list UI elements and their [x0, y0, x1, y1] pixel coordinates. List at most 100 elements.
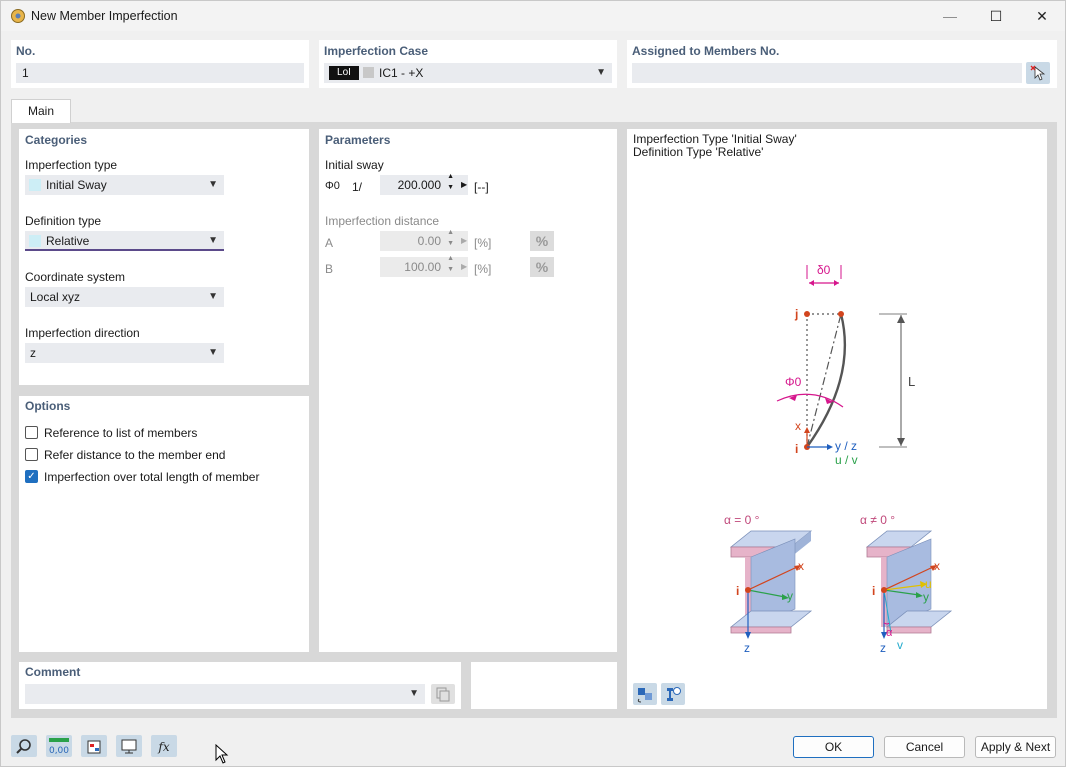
coordinate-system-select[interactable]: Local xyz ▼ [25, 287, 224, 307]
phi-prefix: 1/ [352, 180, 363, 194]
assigned-panel: Assigned to Members No. [627, 40, 1057, 88]
initial-sway-input[interactable]: 200.000 ▲ ▼ [380, 172, 468, 195]
apply-next-button[interactable]: Apply & Next [975, 736, 1056, 758]
distance-a-unit: [%] [474, 236, 492, 250]
minimize-icon: — [943, 8, 957, 24]
spin-down-icon[interactable]: ▼ [447, 183, 454, 193]
distance-b-input[interactable]: 100.00 ▲ ▼ [380, 254, 468, 277]
close-button[interactable]: ✕ [1019, 1, 1065, 31]
case-badge: LoI [329, 66, 359, 80]
chevron-down-icon: ▼ [409, 688, 419, 699]
refer-distance-checkbox[interactable] [25, 448, 38, 461]
axis-yz-label: y / z [835, 439, 858, 453]
comment-input[interactable]: ▼ [25, 684, 425, 704]
section2-alpha-label: α [886, 627, 893, 639]
mouse-cursor-icon [215, 744, 229, 764]
display-settings-button[interactable] [81, 735, 107, 757]
options-panel: Options Reference to list of members Ref… [19, 396, 309, 652]
chevron-down-icon: ▼ [208, 291, 218, 302]
phi-diagram-label: Φ0 [785, 375, 802, 389]
spin-right-icon[interactable]: ▶ [461, 262, 467, 271]
spin-right-icon[interactable]: ▶ [461, 236, 467, 245]
chevron-down-icon: ▼ [208, 347, 218, 358]
case-panel: Imperfection Case LoI IC1 - +X ▼ [319, 40, 617, 88]
cancel-button[interactable]: Cancel [884, 736, 965, 758]
comment-panel: Comment ▼ [19, 662, 461, 709]
reference-list-checkbox[interactable] [25, 426, 38, 439]
units-button[interactable]: 0,00 [46, 735, 72, 757]
reference-list-label: Reference to list of members [44, 426, 198, 440]
section1-z-label: z [744, 641, 750, 655]
section-info-icon [667, 687, 681, 701]
delta-label: δ0 [817, 263, 831, 277]
chevron-down-icon: ▼ [208, 179, 218, 190]
spin-up-icon[interactable]: ▲ [447, 228, 454, 238]
length-label: L [908, 374, 916, 389]
refer-distance-label: Refer distance to the member end [44, 448, 226, 462]
definition-type-select[interactable]: Relative ▼ [25, 231, 224, 251]
spin-down-icon[interactable]: ▼ [447, 239, 454, 249]
type-swatch [29, 179, 41, 191]
assigned-label: Assigned to Members No. [632, 44, 780, 58]
preview-rotate-button[interactable] [633, 683, 657, 705]
search-icon [16, 739, 31, 754]
no-label: No. [16, 44, 36, 58]
function-icon: fx [157, 740, 169, 754]
svg-text:fx: fx [157, 740, 169, 754]
distance-a-input[interactable]: 0.00 ▲ ▼ [380, 228, 468, 251]
b-label: B [325, 262, 334, 276]
imperfection-direction-label: Imperfection direction [25, 326, 140, 340]
imperfection-direction-select[interactable]: z ▼ [25, 343, 224, 363]
node-i-label: i [795, 442, 799, 456]
initial-sway-label: Initial sway [325, 158, 384, 172]
preview-info-button[interactable] [661, 683, 685, 705]
decimal-units-icon: 0,00 [49, 738, 69, 756]
initial-sway-value: 200.000 [397, 178, 441, 192]
comment-label: Comment [25, 665, 81, 679]
section2-i-label: i [872, 584, 876, 598]
comment-copy-button[interactable] [431, 684, 455, 704]
spin-right-icon[interactable]: ▶ [461, 180, 467, 189]
imperfection-type-value: Initial Sway [46, 178, 107, 192]
select-members-button[interactable] [1026, 62, 1050, 84]
formula-button[interactable]: fx [151, 735, 177, 757]
window-title: New Member Imperfection [31, 9, 178, 23]
tab-main[interactable]: Main [11, 99, 71, 123]
i-beam-section-alpha-nonzero [865, 530, 953, 639]
dialog-window: New Member Imperfection — ☐ ✕ No. 1 Impe… [0, 0, 1066, 767]
imperfection-case-select[interactable]: LoI IC1 - +X ▼ [324, 63, 612, 83]
section1-y-label: y [787, 589, 793, 603]
ok-button[interactable]: OK [793, 736, 874, 758]
imperfection-direction-value: z [30, 346, 36, 360]
section2-x-label: x [934, 559, 940, 573]
percent-b-button[interactable]: % [530, 257, 554, 277]
assigned-members-field[interactable] [632, 63, 1022, 83]
percent-a-button[interactable]: % [530, 231, 554, 251]
spin-down-icon[interactable]: ▼ [447, 265, 454, 275]
total-length-checkbox[interactable]: ✓ [25, 470, 38, 483]
pick-cursor-icon [1030, 65, 1046, 81]
imperfection-type-select[interactable]: Initial Sway ▼ [25, 175, 224, 195]
preview-line1: Imperfection Type 'Initial Sway' [633, 132, 797, 146]
help-search-button[interactable] [11, 735, 37, 757]
imperfection-distance-label: Imperfection distance [325, 214, 440, 228]
rotate-view-icon [637, 688, 652, 703]
checkmark-icon: ✓ [27, 471, 36, 482]
spin-up-icon[interactable]: ▲ [447, 172, 454, 182]
section2-z-label: z [880, 641, 886, 655]
phi-symbol: Φ0 [325, 180, 340, 192]
no-field[interactable]: 1 [16, 63, 304, 83]
node-j-label: j [795, 307, 799, 321]
copy-icon [436, 687, 450, 702]
spin-up-icon[interactable]: ▲ [447, 254, 454, 264]
blank-panel [471, 662, 617, 709]
maximize-button[interactable]: ☐ [973, 1, 1019, 31]
view-button[interactable] [116, 735, 142, 757]
categories-panel: Categories Imperfection type Initial Swa… [19, 129, 309, 385]
minimize-button[interactable]: — [927, 1, 973, 31]
axis-uv-label: u / v [835, 453, 858, 467]
svg-text:0,00: 0,00 [49, 746, 69, 756]
chevron-down-icon: ▼ [208, 235, 218, 246]
section1-x-label: x [798, 559, 804, 573]
preview-panel: Imperfection Type 'Initial Sway' Definit… [627, 129, 1047, 709]
